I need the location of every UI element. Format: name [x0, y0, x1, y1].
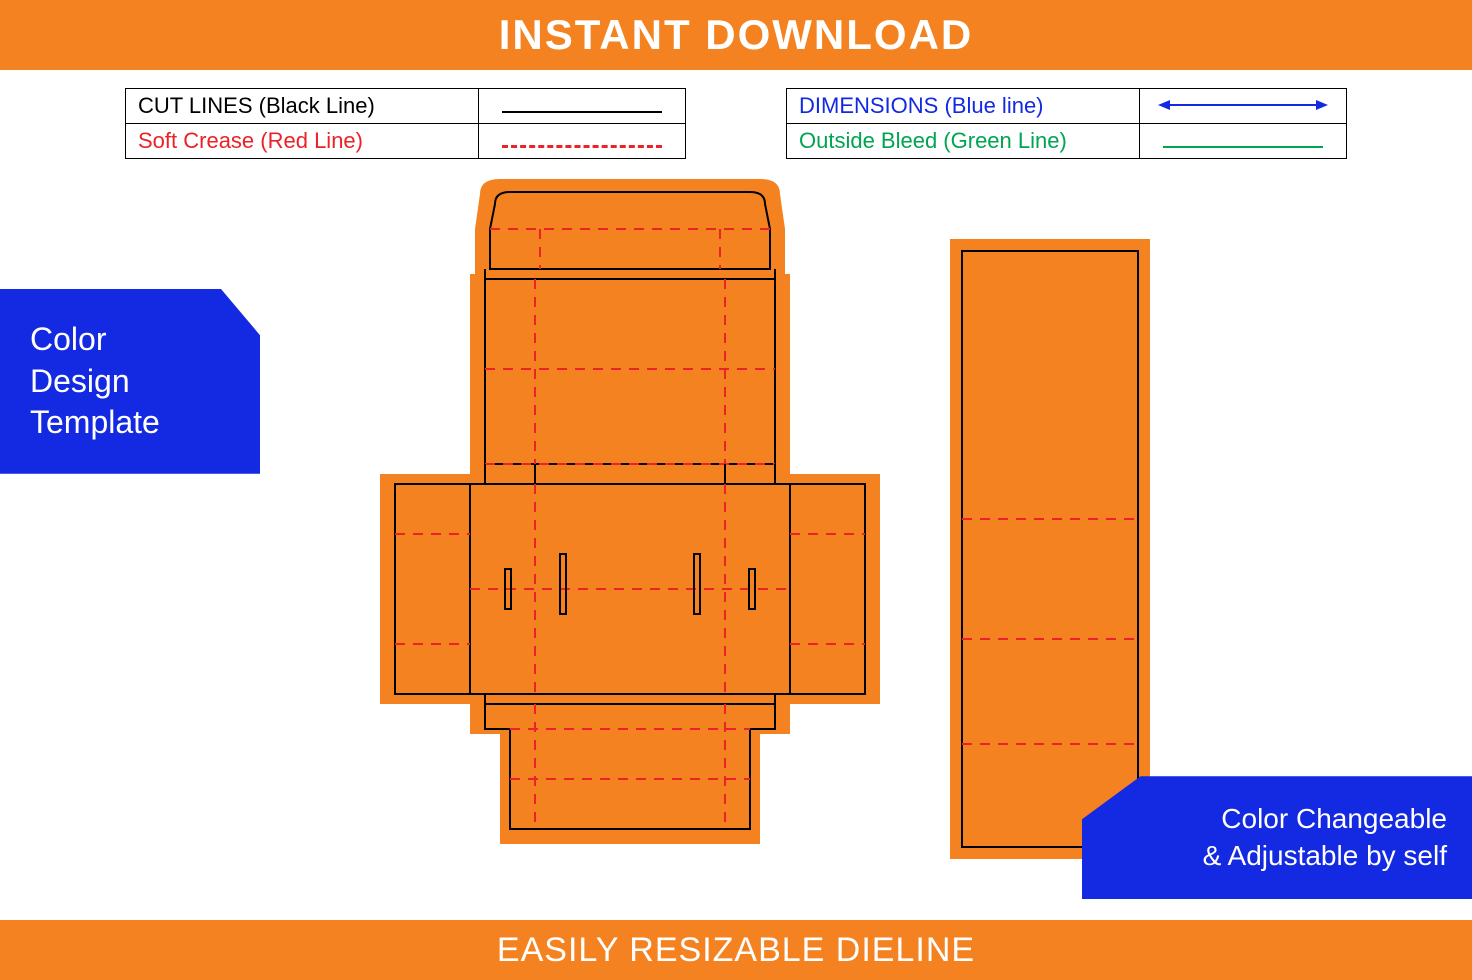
left-badge-text: Color Design Template [30, 321, 160, 440]
left-badge: Color Design Template [0, 289, 260, 474]
legend-crease-label: Soft Crease (Red Line) [126, 124, 479, 159]
dieline-side-panel [950, 239, 1150, 864]
main-content-area: Color Design Template [0, 159, 1472, 919]
right-badge: Color Changeable & Adjustable by self [1082, 776, 1472, 899]
legend-cut-sample [478, 89, 685, 124]
arrow-icon [1158, 97, 1328, 113]
legend-section: CUT LINES (Black Line) Soft Crease (Red … [0, 70, 1472, 159]
legend-table-right: DIMENSIONS (Blue line) Outside Bleed (Gr… [786, 88, 1347, 159]
legend-dimensions-label: DIMENSIONS (Blue line) [787, 89, 1140, 124]
legend-dimensions-sample [1139, 89, 1346, 124]
legend-table-left: CUT LINES (Black Line) Soft Crease (Red … [125, 88, 686, 159]
side-panel-svg [950, 239, 1150, 859]
bottom-banner-title: EASILY RESIZABLE DIELINE [497, 931, 975, 970]
legend-cut-label: CUT LINES (Black Line) [126, 89, 479, 124]
dieline-svg [360, 174, 900, 874]
legend-bleed-sample [1139, 124, 1346, 159]
top-banner-title: INSTANT DOWNLOAD [499, 11, 974, 59]
right-badge-text: Color Changeable & Adjustable by self [1203, 803, 1447, 870]
dieline-main-template [360, 174, 900, 879]
top-banner: INSTANT DOWNLOAD [0, 0, 1472, 70]
legend-bleed-label: Outside Bleed (Green Line) [787, 124, 1140, 159]
bottom-banner: EASILY RESIZABLE DIELINE [0, 920, 1472, 980]
legend-crease-sample [478, 124, 685, 159]
